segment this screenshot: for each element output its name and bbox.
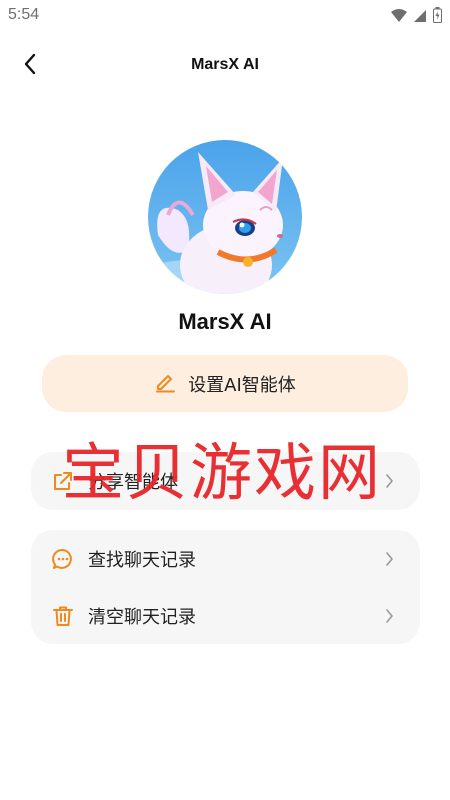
find-history-label: 查找聊天记录: [88, 549, 196, 571]
status-bar: 5:54: [0, 0, 450, 32]
find-history-row[interactable]: 查找聊天记录: [31, 530, 420, 587]
chevron-right-icon: [382, 473, 396, 488]
wifi-icon: [391, 8, 407, 27]
configure-agent-label: 设置AI智能体: [188, 374, 296, 396]
trash-icon: [51, 604, 75, 628]
history-card: 查找聊天记录 清空聊天记录: [31, 530, 420, 644]
configure-agent-button[interactable]: 设置AI智能体: [42, 355, 408, 412]
clear-history-row[interactable]: 清空聊天记录: [31, 587, 420, 644]
signal-icon: [413, 8, 427, 27]
chat-bubble-icon: [51, 547, 75, 571]
watermark: 宝贝游戏网: [62, 436, 383, 509]
avatar[interactable]: [148, 140, 302, 294]
clear-history-label: 清空聊天记录: [88, 606, 196, 628]
page-title: MarsX AI: [191, 56, 259, 73]
agent-name: MarsX AI: [178, 309, 272, 334]
battery-icon: [433, 7, 442, 27]
header: MarsX AI: [0, 40, 450, 92]
chevron-right-icon: [382, 608, 396, 623]
pencil-icon: [154, 371, 176, 397]
page: 5:54 MarsX AI MarsX AI 设置AI智能体 分享智能体 查找聊…: [0, 0, 450, 800]
chevron-right-icon: [382, 551, 396, 566]
status-time: 5:54: [8, 6, 40, 23]
status-icons: [391, 7, 442, 27]
